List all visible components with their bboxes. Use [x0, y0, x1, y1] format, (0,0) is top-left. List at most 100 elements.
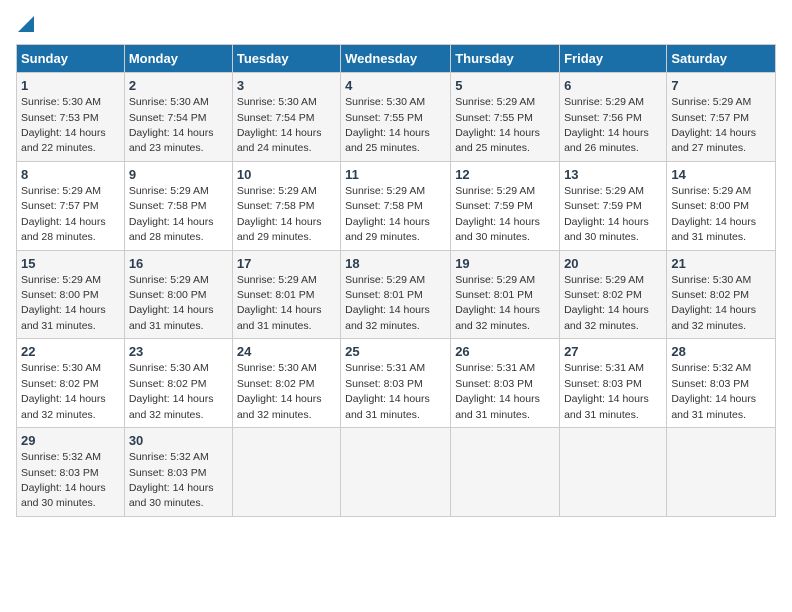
calendar-week-row: 15 Sunrise: 5:29 AMSunset: 8:00 PMDaylig… — [17, 250, 776, 339]
calendar-cell: 24 Sunrise: 5:30 AMSunset: 8:02 PMDaylig… — [232, 339, 340, 428]
calendar-cell: 25 Sunrise: 5:31 AMSunset: 8:03 PMDaylig… — [341, 339, 451, 428]
day-number: 29 — [21, 432, 120, 450]
day-info: Sunrise: 5:29 AMSunset: 7:56 PMDaylight:… — [564, 96, 649, 154]
day-number: 30 — [129, 432, 228, 450]
day-info: Sunrise: 5:30 AMSunset: 7:54 PMDaylight:… — [129, 96, 214, 154]
day-number: 23 — [129, 343, 228, 361]
day-number: 1 — [21, 77, 120, 95]
calendar-header-row: Sunday Monday Tuesday Wednesday Thursday… — [17, 45, 776, 73]
day-number: 19 — [455, 255, 555, 273]
col-saturday: Saturday — [667, 45, 776, 73]
day-info: Sunrise: 5:32 AMSunset: 8:03 PMDaylight:… — [21, 451, 106, 509]
day-info: Sunrise: 5:31 AMSunset: 8:03 PMDaylight:… — [345, 362, 430, 420]
calendar-cell: 9 Sunrise: 5:29 AMSunset: 7:58 PMDayligh… — [124, 161, 232, 250]
day-number: 15 — [21, 255, 120, 273]
calendar-cell — [667, 428, 776, 517]
day-info: Sunrise: 5:30 AMSunset: 7:53 PMDaylight:… — [21, 96, 106, 154]
day-info: Sunrise: 5:29 AMSunset: 8:01 PMDaylight:… — [455, 274, 540, 332]
day-number: 21 — [671, 255, 771, 273]
day-number: 18 — [345, 255, 446, 273]
day-info: Sunrise: 5:31 AMSunset: 8:03 PMDaylight:… — [564, 362, 649, 420]
day-info: Sunrise: 5:29 AMSunset: 8:01 PMDaylight:… — [237, 274, 322, 332]
day-number: 25 — [345, 343, 446, 361]
calendar-week-row: 29 Sunrise: 5:32 AMSunset: 8:03 PMDaylig… — [17, 428, 776, 517]
calendar-cell: 13 Sunrise: 5:29 AMSunset: 7:59 PMDaylig… — [560, 161, 667, 250]
day-info: Sunrise: 5:30 AMSunset: 7:54 PMDaylight:… — [237, 96, 322, 154]
day-info: Sunrise: 5:32 AMSunset: 8:03 PMDaylight:… — [671, 362, 756, 420]
day-number: 27 — [564, 343, 662, 361]
day-info: Sunrise: 5:30 AMSunset: 7:55 PMDaylight:… — [345, 96, 430, 154]
calendar-cell: 5 Sunrise: 5:29 AMSunset: 7:55 PMDayligh… — [451, 73, 560, 162]
day-info: Sunrise: 5:29 AMSunset: 7:57 PMDaylight:… — [21, 185, 106, 243]
day-number: 26 — [455, 343, 555, 361]
calendar-cell: 19 Sunrise: 5:29 AMSunset: 8:01 PMDaylig… — [451, 250, 560, 339]
calendar-table: Sunday Monday Tuesday Wednesday Thursday… — [16, 44, 776, 517]
day-info: Sunrise: 5:29 AMSunset: 7:55 PMDaylight:… — [455, 96, 540, 154]
calendar-cell: 30 Sunrise: 5:32 AMSunset: 8:03 PMDaylig… — [124, 428, 232, 517]
calendar-cell: 29 Sunrise: 5:32 AMSunset: 8:03 PMDaylig… — [17, 428, 125, 517]
day-number: 14 — [671, 166, 771, 184]
day-info: Sunrise: 5:29 AMSunset: 8:00 PMDaylight:… — [21, 274, 106, 332]
col-wednesday: Wednesday — [341, 45, 451, 73]
day-info: Sunrise: 5:29 AMSunset: 7:58 PMDaylight:… — [237, 185, 322, 243]
day-info: Sunrise: 5:31 AMSunset: 8:03 PMDaylight:… — [455, 362, 540, 420]
day-info: Sunrise: 5:29 AMSunset: 8:00 PMDaylight:… — [129, 274, 214, 332]
day-info: Sunrise: 5:29 AMSunset: 7:59 PMDaylight:… — [564, 185, 649, 243]
day-number: 3 — [237, 77, 336, 95]
day-number: 10 — [237, 166, 336, 184]
day-info: Sunrise: 5:32 AMSunset: 8:03 PMDaylight:… — [129, 451, 214, 509]
calendar-cell: 26 Sunrise: 5:31 AMSunset: 8:03 PMDaylig… — [451, 339, 560, 428]
logo — [16, 16, 34, 34]
day-number: 4 — [345, 77, 446, 95]
col-thursday: Thursday — [451, 45, 560, 73]
col-friday: Friday — [560, 45, 667, 73]
calendar-cell — [341, 428, 451, 517]
calendar-cell: 21 Sunrise: 5:30 AMSunset: 8:02 PMDaylig… — [667, 250, 776, 339]
calendar-cell: 11 Sunrise: 5:29 AMSunset: 7:58 PMDaylig… — [341, 161, 451, 250]
calendar-cell: 20 Sunrise: 5:29 AMSunset: 8:02 PMDaylig… — [560, 250, 667, 339]
calendar-cell: 18 Sunrise: 5:29 AMSunset: 8:01 PMDaylig… — [341, 250, 451, 339]
calendar-cell: 2 Sunrise: 5:30 AMSunset: 7:54 PMDayligh… — [124, 73, 232, 162]
day-number: 20 — [564, 255, 662, 273]
col-tuesday: Tuesday — [232, 45, 340, 73]
calendar-cell: 10 Sunrise: 5:29 AMSunset: 7:58 PMDaylig… — [232, 161, 340, 250]
calendar-week-row: 1 Sunrise: 5:30 AMSunset: 7:53 PMDayligh… — [17, 73, 776, 162]
logo-icon — [18, 16, 34, 32]
calendar-cell — [451, 428, 560, 517]
calendar-cell: 16 Sunrise: 5:29 AMSunset: 8:00 PMDaylig… — [124, 250, 232, 339]
day-number: 5 — [455, 77, 555, 95]
day-info: Sunrise: 5:30 AMSunset: 8:02 PMDaylight:… — [671, 274, 756, 332]
calendar-cell: 4 Sunrise: 5:30 AMSunset: 7:55 PMDayligh… — [341, 73, 451, 162]
day-number: 6 — [564, 77, 662, 95]
day-info: Sunrise: 5:29 AMSunset: 7:58 PMDaylight:… — [345, 185, 430, 243]
col-sunday: Sunday — [17, 45, 125, 73]
day-number: 7 — [671, 77, 771, 95]
day-info: Sunrise: 5:29 AMSunset: 8:02 PMDaylight:… — [564, 274, 649, 332]
day-number: 2 — [129, 77, 228, 95]
calendar-cell: 23 Sunrise: 5:30 AMSunset: 8:02 PMDaylig… — [124, 339, 232, 428]
col-monday: Monday — [124, 45, 232, 73]
calendar-cell: 12 Sunrise: 5:29 AMSunset: 7:59 PMDaylig… — [451, 161, 560, 250]
day-info: Sunrise: 5:29 AMSunset: 8:01 PMDaylight:… — [345, 274, 430, 332]
calendar-cell: 7 Sunrise: 5:29 AMSunset: 7:57 PMDayligh… — [667, 73, 776, 162]
calendar-week-row: 22 Sunrise: 5:30 AMSunset: 8:02 PMDaylig… — [17, 339, 776, 428]
day-info: Sunrise: 5:29 AMSunset: 7:59 PMDaylight:… — [455, 185, 540, 243]
page-header — [16, 16, 776, 34]
day-number: 9 — [129, 166, 228, 184]
day-info: Sunrise: 5:29 AMSunset: 7:57 PMDaylight:… — [671, 96, 756, 154]
calendar-cell: 8 Sunrise: 5:29 AMSunset: 7:57 PMDayligh… — [17, 161, 125, 250]
day-number: 17 — [237, 255, 336, 273]
calendar-cell — [560, 428, 667, 517]
calendar-cell: 1 Sunrise: 5:30 AMSunset: 7:53 PMDayligh… — [17, 73, 125, 162]
day-number: 22 — [21, 343, 120, 361]
calendar-cell: 17 Sunrise: 5:29 AMSunset: 8:01 PMDaylig… — [232, 250, 340, 339]
day-info: Sunrise: 5:29 AMSunset: 8:00 PMDaylight:… — [671, 185, 756, 243]
calendar-week-row: 8 Sunrise: 5:29 AMSunset: 7:57 PMDayligh… — [17, 161, 776, 250]
day-info: Sunrise: 5:30 AMSunset: 8:02 PMDaylight:… — [129, 362, 214, 420]
calendar-cell: 3 Sunrise: 5:30 AMSunset: 7:54 PMDayligh… — [232, 73, 340, 162]
calendar-cell: 27 Sunrise: 5:31 AMSunset: 8:03 PMDaylig… — [560, 339, 667, 428]
day-info: Sunrise: 5:30 AMSunset: 8:02 PMDaylight:… — [237, 362, 322, 420]
calendar-cell: 14 Sunrise: 5:29 AMSunset: 8:00 PMDaylig… — [667, 161, 776, 250]
day-number: 12 — [455, 166, 555, 184]
day-info: Sunrise: 5:30 AMSunset: 8:02 PMDaylight:… — [21, 362, 106, 420]
